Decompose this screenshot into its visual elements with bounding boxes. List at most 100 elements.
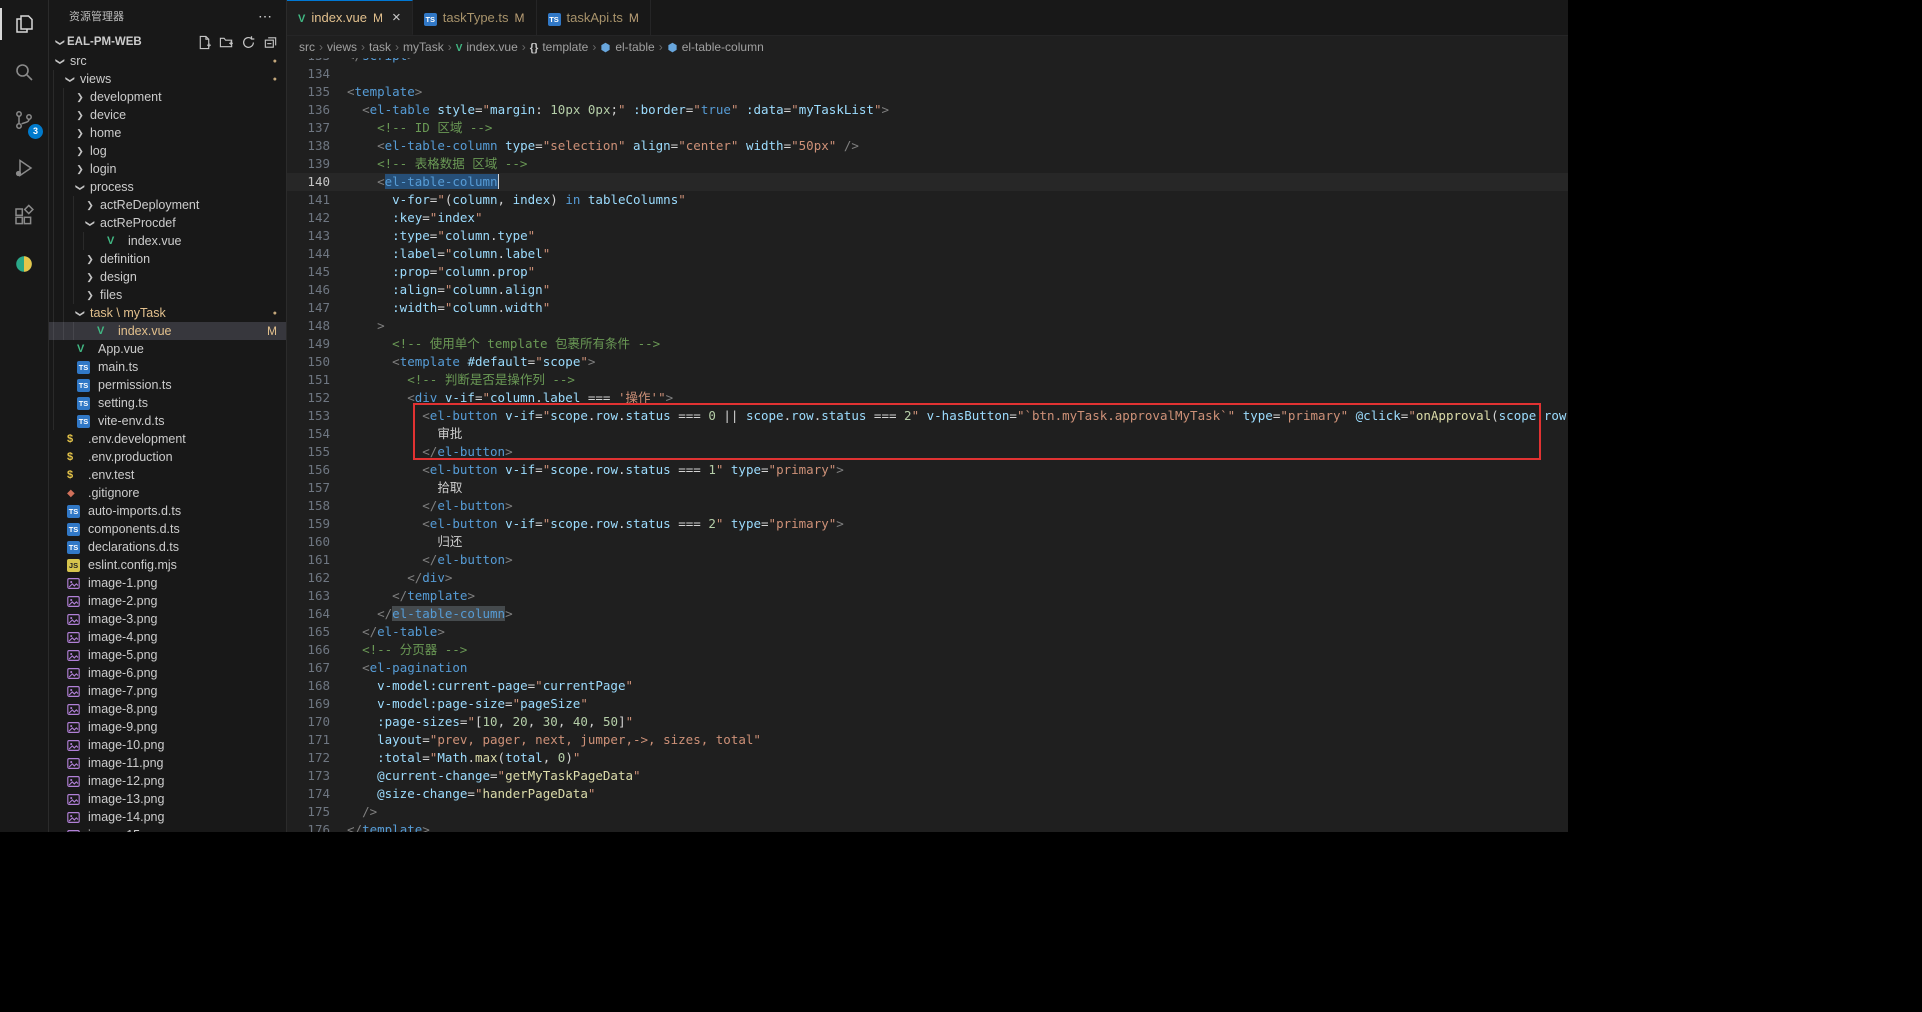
code-token[interactable]: . xyxy=(1536,408,1544,423)
code-token[interactable]: " xyxy=(437,228,445,243)
code-token[interactable]: = xyxy=(535,462,543,477)
code-token[interactable]: = xyxy=(535,408,543,423)
code-token[interactable]: " xyxy=(498,768,506,783)
code-line-169[interactable]: 169 v-model:page-size="pageSize" xyxy=(287,695,1568,713)
code-line-156[interactable]: 156 <el-button v-if="scope.row.status ==… xyxy=(287,461,1568,479)
code-line-158[interactable]: 158 </el-button> xyxy=(287,497,1568,515)
collapse-all-button[interactable] xyxy=(261,33,280,52)
line-number[interactable]: 157 xyxy=(287,479,347,497)
code-token[interactable]: < xyxy=(377,138,385,153)
chevron-right-icon[interactable]: ❯ xyxy=(83,200,97,211)
chevron-right-icon[interactable]: ❯ xyxy=(83,290,97,301)
code-token[interactable]: < xyxy=(362,102,370,117)
tree-item-log[interactable]: ❯ log xyxy=(49,142,286,160)
code-token[interactable]: :prop xyxy=(392,264,430,279)
code-token[interactable]: === xyxy=(866,408,904,423)
code-token[interactable]: ( xyxy=(1491,408,1499,423)
code-token[interactable]: < xyxy=(362,660,370,675)
code-token[interactable] xyxy=(347,354,392,369)
code-token[interactable] xyxy=(347,480,437,495)
code-token[interactable]: ; xyxy=(610,102,618,117)
tree-item-login[interactable]: ❯ login xyxy=(49,160,286,178)
tab-taskapi.ts[interactable]: TS taskApi.ts M xyxy=(537,0,651,35)
code-token[interactable]: > xyxy=(505,552,513,567)
code-token[interactable]: , xyxy=(558,714,573,729)
breadcrumb-item-task[interactable]: task xyxy=(369,40,391,54)
code-token[interactable] xyxy=(347,372,407,387)
code-token[interactable]: , xyxy=(588,714,603,729)
code-token[interactable]: " xyxy=(543,300,551,315)
code-token[interactable]: v-if xyxy=(505,408,535,423)
code-token[interactable]: > xyxy=(407,58,415,63)
code-token[interactable]: /> xyxy=(844,138,859,153)
code-token[interactable] xyxy=(347,606,377,621)
line-number[interactable]: 141 xyxy=(287,191,347,209)
code-token[interactable]: . xyxy=(784,408,792,423)
code-line-148[interactable]: 148 > xyxy=(287,317,1568,335)
tree-item-device[interactable]: ❯ device xyxy=(49,106,286,124)
code-token[interactable]: = xyxy=(535,138,543,153)
code-token[interactable]: type xyxy=(731,462,761,477)
close-icon[interactable]: × xyxy=(392,10,401,25)
tree-item-image-12.png[interactable]: image-12.png xyxy=(49,772,286,790)
code-token[interactable] xyxy=(347,444,422,459)
line-number[interactable]: 175 xyxy=(287,803,347,821)
code-line-171[interactable]: 171 layout="prev, pager, next, jumper,->… xyxy=(287,731,1568,749)
code-token[interactable]: margin xyxy=(490,102,535,117)
code-line-173[interactable]: 173 @current-change="getMyTaskPageData" xyxy=(287,767,1568,785)
line-number[interactable]: 176 xyxy=(287,821,347,832)
tree-item-declarations.d.ts[interactable]: TS declarations.d.ts xyxy=(49,538,286,556)
code-token[interactable]: style xyxy=(437,102,475,117)
code-token[interactable]: > xyxy=(422,822,430,832)
code-line-165[interactable]: 165 </el-table> xyxy=(287,623,1568,641)
breadcrumb-item-el-table-column[interactable]: el-table-column xyxy=(667,40,764,54)
code-line-154[interactable]: 154 审批 xyxy=(287,425,1568,443)
code-token[interactable] xyxy=(347,336,392,351)
code-token[interactable]: " xyxy=(791,102,799,117)
chevron-right-icon[interactable]: ❯ xyxy=(83,254,97,265)
code-token[interactable] xyxy=(347,750,377,765)
code-token[interactable] xyxy=(347,516,422,531)
code-token[interactable]: < xyxy=(392,354,400,369)
code-token[interactable]: . xyxy=(498,246,506,261)
code-line-163[interactable]: 163 </template> xyxy=(287,587,1568,605)
code-token[interactable]: < xyxy=(407,390,415,405)
code-token[interactable]: :data xyxy=(746,102,784,117)
code-line-150[interactable]: 150 <template #default="scope"> xyxy=(287,353,1568,371)
line-number[interactable]: 161 xyxy=(287,551,347,569)
line-number[interactable]: 174 xyxy=(287,785,347,803)
code-token[interactable]: "primary" xyxy=(1280,408,1348,423)
code-token[interactable]: row xyxy=(595,462,618,477)
code-line-144[interactable]: 144 :label="column.label" xyxy=(287,245,1568,263)
code-line-147[interactable]: 147 :width="column.width" xyxy=(287,299,1568,317)
code-token[interactable] xyxy=(347,642,362,657)
code-token[interactable]: 0 xyxy=(708,408,716,423)
code-token[interactable]: column xyxy=(452,192,497,207)
tree-item-image-3.png[interactable]: image-3.png xyxy=(49,610,286,628)
code-token[interactable]: myTaskList xyxy=(799,102,874,117)
tree-item-main.ts[interactable]: TS main.ts xyxy=(49,358,286,376)
code-line-175[interactable]: 175 /> xyxy=(287,803,1568,821)
code-token[interactable]: v-for xyxy=(392,192,430,207)
code-token[interactable]: :border xyxy=(633,102,686,117)
code-token[interactable]: . xyxy=(490,264,498,279)
code-token[interactable]: handerPageData xyxy=(482,786,587,801)
code-line-141[interactable]: 141 v-for="(column, index) in tableColum… xyxy=(287,191,1568,209)
code-token[interactable]: === xyxy=(671,516,709,531)
line-number[interactable]: 138 xyxy=(287,137,347,155)
code-token[interactable]: ) xyxy=(550,192,565,207)
code-token[interactable] xyxy=(347,156,377,171)
code-token[interactable] xyxy=(347,534,437,549)
code-token[interactable]: = xyxy=(437,300,445,315)
code-token[interactable]: :align xyxy=(392,282,437,297)
code-token[interactable]: </ xyxy=(422,498,437,513)
code-token[interactable] xyxy=(347,408,422,423)
code-token[interactable] xyxy=(347,120,377,135)
code-token[interactable]: :total xyxy=(377,750,422,765)
tree-item-image-6.png[interactable]: image-6.png xyxy=(49,664,286,682)
code-line-133[interactable]: 133</script> xyxy=(287,58,1568,65)
code-token[interactable]: > xyxy=(505,498,513,513)
breadcrumb-item-views[interactable]: views xyxy=(327,40,357,54)
tree-item-image-1.png[interactable]: image-1.png xyxy=(49,574,286,592)
code-token[interactable]: " xyxy=(580,696,588,711)
